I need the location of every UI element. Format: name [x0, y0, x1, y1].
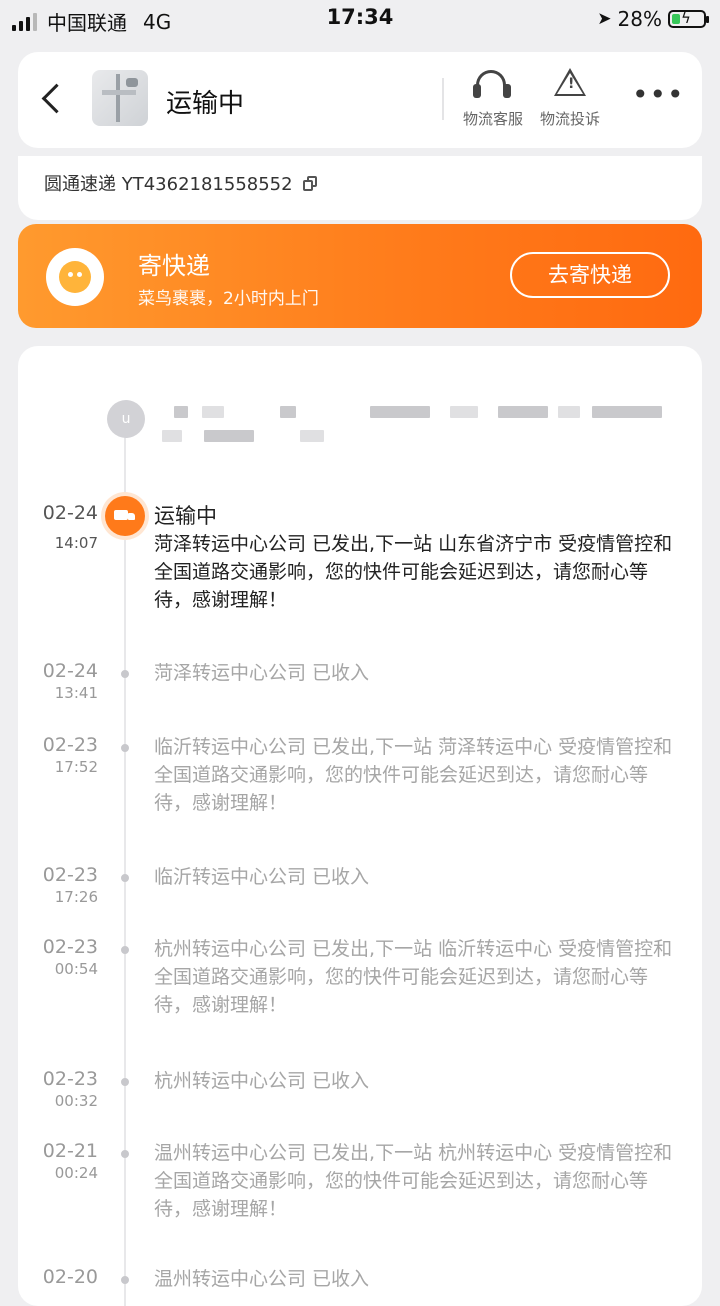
timeline-dot	[121, 744, 129, 752]
tracking-card: 圆通速递 YT4362181558552	[18, 156, 702, 220]
copy-icon[interactable]	[302, 176, 317, 191]
event-date: 02-24	[42, 660, 98, 682]
timeline-dot	[121, 1150, 129, 1158]
event-text: 临沂转运中心公司 已发出,下一站 菏泽转运中心 受疫情管控和全国道路交通影响，您…	[154, 736, 673, 814]
timeline-card: u 02-24 14:07 运输中 菏泽转运中心公司 已发出,下一站 山东省济宁…	[18, 346, 702, 1306]
battery-icon: ϟ	[668, 9, 709, 28]
event-date: 02-23	[42, 734, 98, 756]
logistics-complaint-label: 物流投诉	[539, 110, 600, 128]
tracking-row: 圆通速递 YT4362181558552	[44, 170, 317, 196]
page-title: 运输中	[166, 89, 245, 119]
event-text: 杭州转运中心公司 已发出,下一站 临沂转运中心 受疫情管控和全国道路交通影响，您…	[154, 938, 673, 1016]
event-date: 02-20	[42, 1266, 98, 1288]
banner-subtitle: 菜鸟裹裹，2小时内上门	[138, 289, 319, 309]
headset-icon	[458, 68, 528, 104]
battery-fill	[672, 14, 680, 24]
location-arrow-icon: ➤	[597, 9, 612, 29]
event-time: 13:41	[54, 684, 98, 702]
event-time: 14:07	[54, 534, 98, 552]
event-text: 菏泽转运中心公司 已发出,下一站 山东省济宁市 受疫情管控和全国道路交通影响，您…	[154, 533, 673, 611]
event-title: 运输中	[154, 504, 217, 528]
timeline-dot	[121, 1276, 129, 1284]
banner-title: 寄快递	[138, 252, 210, 280]
timeline-dot	[121, 874, 129, 882]
event-text: 临沂转运中心公司 已收入	[154, 866, 370, 888]
logistics-complaint-button[interactable]: ! 物流投诉	[535, 68, 605, 129]
header-card: 运输中 物流客服 ! 物流投诉 •••	[18, 52, 702, 148]
header-divider	[442, 78, 444, 120]
address-badge: u	[107, 400, 145, 438]
status-right: ➤ 28% ϟ	[597, 7, 709, 31]
more-icon[interactable]: •••	[632, 81, 684, 112]
event-text: 菏泽转运中心公司 已收入	[154, 662, 370, 684]
event-date: 02-23	[42, 1068, 98, 1090]
event-time: 17:52	[54, 758, 98, 776]
send-express-banner[interactable]: 寄快递 菜鸟裹裹，2小时内上门 去寄快递	[18, 224, 702, 328]
product-thumbnail[interactable]	[92, 70, 148, 126]
event-date: 02-23	[42, 864, 98, 886]
event-date: 02-21	[42, 1140, 98, 1162]
send-express-button[interactable]: 去寄快递	[510, 252, 670, 298]
timeline-dot	[121, 670, 129, 678]
tracking-number: 圆通速递 YT4362181558552	[44, 174, 293, 195]
event-date: 02-23	[42, 936, 98, 958]
logistics-service-label: 物流客服	[462, 110, 523, 128]
truck-icon	[105, 496, 145, 536]
event-text: 温州转运中心公司 已发出,下一站 杭州转运中心 受疫情管控和全国道路交通影响，您…	[154, 1142, 673, 1220]
event-text: 温州转运中心公司 已收入	[154, 1268, 370, 1290]
warning-icon: !	[535, 68, 605, 104]
event-time: 00:32	[54, 1092, 98, 1110]
timeline-line	[124, 426, 126, 1306]
event-time: 00:24	[54, 1164, 98, 1182]
battery-percent: 28%	[617, 7, 662, 31]
event-date: 02-24	[42, 502, 98, 524]
back-button[interactable]	[38, 80, 68, 120]
event-time: 00:54	[54, 960, 98, 978]
cainiao-logo-icon	[46, 248, 104, 306]
charging-bolt-icon: ϟ	[681, 9, 691, 27]
logistics-service-button[interactable]: 物流客服	[458, 68, 528, 129]
timeline-dot	[121, 946, 129, 954]
status-bar: 中国联通 4G 17:34 ➤ 28% ϟ	[0, 0, 720, 40]
event-text: 杭州转运中心公司 已收入	[154, 1070, 370, 1092]
event-time: 17:26	[54, 888, 98, 906]
timeline-dot	[121, 1078, 129, 1086]
